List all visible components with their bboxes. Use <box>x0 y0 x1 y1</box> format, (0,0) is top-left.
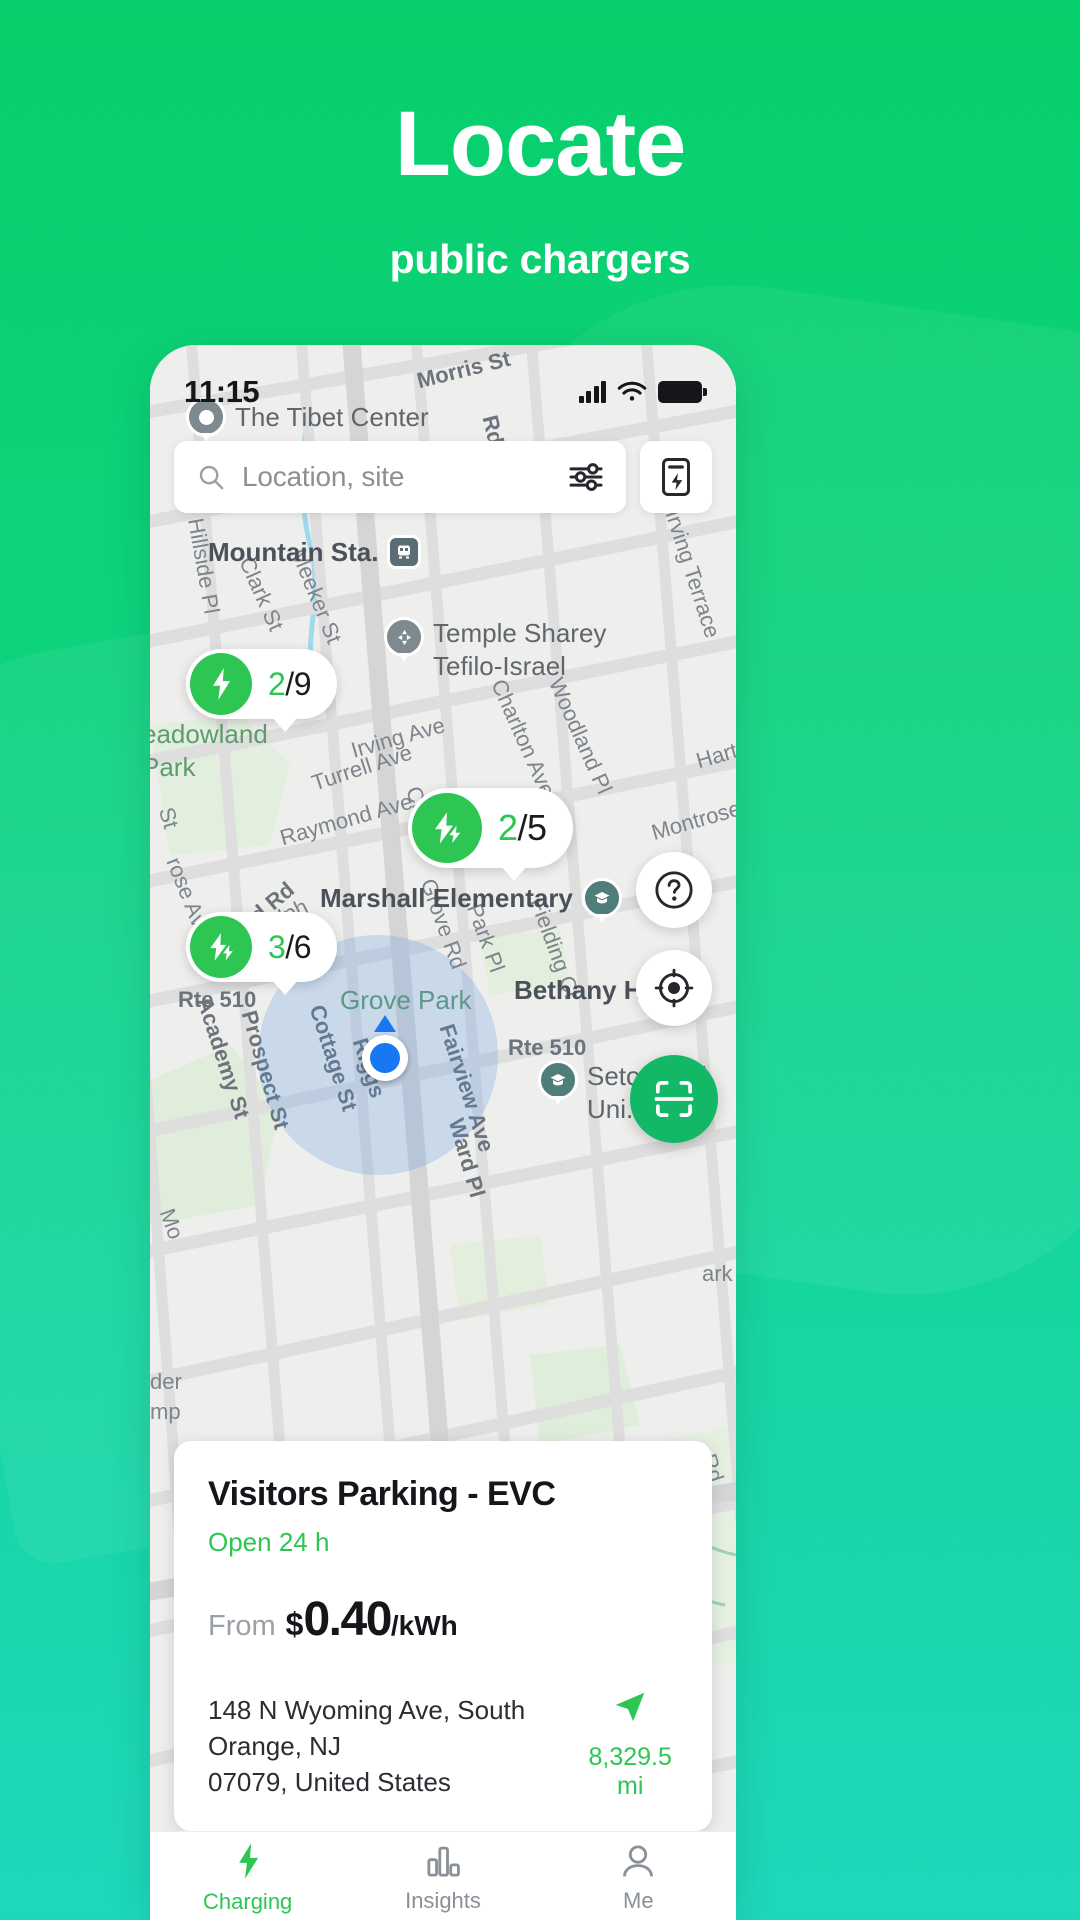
promo-title: Locate <box>394 93 687 195</box>
poi-meadowland-park: eadowland Park <box>150 718 268 783</box>
double-bolt-icon <box>412 793 482 863</box>
charging-station-button[interactable] <box>640 441 712 513</box>
status-bar: 11:15 <box>150 369 736 415</box>
battery-full-icon <box>658 381 707 403</box>
distance-block[interactable]: 8,329.5 mi <box>582 1687 678 1801</box>
card-footer: 148 N Wyoming Ave, South Orange, NJ 0707… <box>208 1687 678 1801</box>
charger-marker-1[interactable]: 2/9 <box>186 649 337 732</box>
poi-label: Mountain Sta. <box>208 536 379 567</box>
charger-name: Visitors Parking - EVC <box>208 1475 556 1513</box>
qr-scan-icon <box>654 1080 694 1118</box>
status-icons <box>578 381 707 404</box>
nav-label: Insights <box>405 1888 481 1913</box>
nav-item-insights[interactable]: Insights <box>345 1843 540 1914</box>
heading-arrow-icon <box>374 1015 396 1032</box>
price-amount: 0.40 <box>303 1593 392 1646</box>
status-clock: 11:15 <box>184 374 260 409</box>
charger-marker-2[interactable]: 2/5 <box>408 788 573 881</box>
navigation-arrow-icon <box>615 1692 645 1722</box>
search-placeholder: Location, site <box>242 461 405 492</box>
charger-price: From $ 0.40 /kWh <box>208 1592 678 1647</box>
sliders-filter-icon[interactable] <box>568 462 604 492</box>
nav-item-charging[interactable]: Charging <box>150 1842 345 1915</box>
person-icon <box>623 1845 654 1877</box>
scan-button[interactable] <box>630 1055 718 1143</box>
phone-mockup: 11:15 The Tibet Center Mountain Sta. Tem… <box>150 345 736 1920</box>
nav-label: Charging <box>203 1889 293 1914</box>
wifi-icon <box>617 381 647 401</box>
school-icon <box>581 878 622 923</box>
charger-address: 148 N Wyoming Ave, South Orange, NJ 0707… <box>208 1693 582 1801</box>
promo-header: Locate public chargers <box>0 0 1080 283</box>
distance-value: 8,329.5 mi <box>588 1743 672 1800</box>
charger-count: 2/9 <box>268 665 311 702</box>
poi-temple-sharey[interactable]: Temple Sharey Tefilo-Israel <box>384 617 606 682</box>
nav-item-me[interactable]: Me <box>541 1843 736 1914</box>
charger-info-card[interactable]: Visitors Parking - EVC Open 24 h From $ … <box>174 1441 712 1831</box>
double-bolt-icon <box>190 916 252 978</box>
poi-label: Marshall Elementary <box>320 882 573 913</box>
train-station-icon <box>387 535 422 569</box>
synagogue-icon <box>384 617 424 662</box>
charger-count: 2/5 <box>498 807 547 848</box>
promo-subtitle: public chargers <box>389 236 691 282</box>
charger-count: 3/6 <box>268 928 311 965</box>
poi-marshall-elementary[interactable]: Marshall Elementary <box>320 878 622 923</box>
poi-label: eadowland Park <box>150 719 268 782</box>
price-unit: /kWh <box>390 1610 458 1641</box>
poi-mountain-station[interactable]: Mountain Sta. <box>208 535 422 569</box>
price-currency: $ <box>285 1606 304 1642</box>
charging-station-icon <box>662 458 690 496</box>
crosshair-location-icon <box>654 968 694 1008</box>
question-mark-icon <box>655 871 693 909</box>
address-line-1: 148 N Wyoming Ave, South Orange, NJ <box>208 1695 526 1762</box>
charger-marker-3[interactable]: 3/6 <box>186 912 337 995</box>
recenter-button[interactable] <box>636 950 712 1026</box>
charger-hours: Open 24 h <box>208 1527 330 1557</box>
cellular-signal-icon <box>578 381 606 403</box>
help-button[interactable] <box>636 852 712 928</box>
bar-chart-icon <box>427 1846 460 1877</box>
university-icon <box>538 1060 578 1105</box>
search-icon <box>199 465 224 490</box>
search-row: Location, site <box>174 441 712 513</box>
bolt-icon <box>190 653 252 715</box>
user-location-dot <box>362 1035 408 1081</box>
search-input[interactable]: Location, site <box>174 441 626 513</box>
price-prefix: From <box>208 1610 276 1642</box>
bolt-icon <box>238 1843 258 1879</box>
address-line-2: 07079, United States <box>208 1767 451 1798</box>
bottom-navigation: Charging Insights Me <box>150 1831 736 1920</box>
poi-label: Temple Sharey Tefilo-Israel <box>433 618 607 681</box>
nav-label: Me <box>623 1888 654 1913</box>
